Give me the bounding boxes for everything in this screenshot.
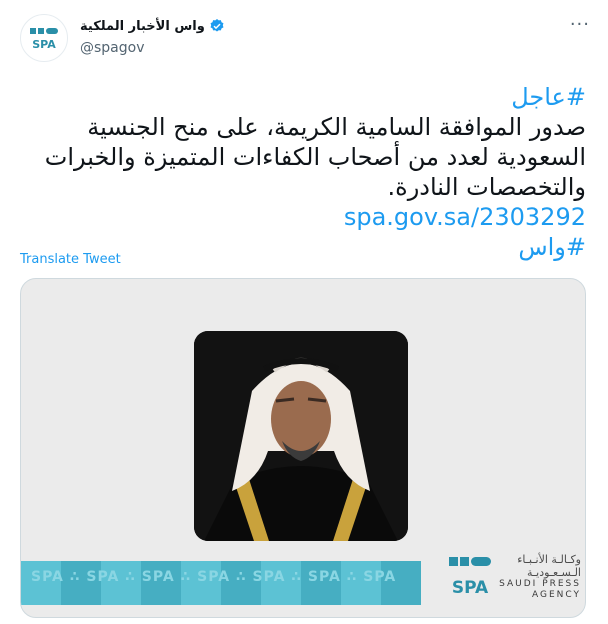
pattern-strip: SPA ∴ SPA ∴ SPA ∴ SPA ∴ SPA ∴ SPA ∴ SPA xyxy=(21,561,421,605)
spa-logo-icon: SPA xyxy=(449,557,491,598)
portrait-photo xyxy=(194,331,408,541)
agency-name: وكـالـة الأنـبـاء الـسـعـوديـة SAUDI PRE… xyxy=(497,553,581,605)
agency-arabic-line1: وكـالـة الأنـبـاء xyxy=(517,553,581,566)
tweet-text: #عاجل صدور الموافقة السامية الكريمة، على… xyxy=(20,82,586,262)
agency-english-line2: AGENCY xyxy=(531,590,581,600)
tweet-link[interactable]: spa.gov.sa/2303292 xyxy=(20,202,586,232)
svg-text:SPA: SPA xyxy=(452,578,489,598)
author-name-row[interactable]: واس الأخبار الملكية xyxy=(80,18,225,34)
svg-text:SPA: SPA xyxy=(32,38,56,51)
agency-english-line1: SAUDI PRESS xyxy=(499,579,581,589)
tweet-text-line: والتخصصات النادرة. xyxy=(387,173,586,201)
tweet-text-line: السعودية لعدد من أصحاب الكفاءات المتميزة… xyxy=(44,143,586,171)
spa-logo-icon: SPA xyxy=(30,28,58,51)
hashtag-breaking[interactable]: #عاجل xyxy=(20,82,586,112)
author-name[interactable]: واس الأخبار الملكية xyxy=(80,19,205,34)
avatar[interactable]: SPA xyxy=(20,14,68,62)
more-options-icon[interactable]: ··· xyxy=(570,14,590,35)
author-handle[interactable]: @spagov xyxy=(80,40,145,56)
translate-tweet-link[interactable]: Translate Tweet xyxy=(20,252,121,267)
agency-arabic-line2: الـسـعـوديـة xyxy=(527,566,581,579)
tweet-media-image[interactable]: SPA ∴ SPA ∴ SPA ∴ SPA ∴ SPA ∴ SPA ∴ SPA … xyxy=(20,278,586,618)
tweet-text-line: صدور الموافقة السامية الكريمة، على منح ا… xyxy=(87,113,586,141)
verified-badge-icon xyxy=(210,19,224,32)
